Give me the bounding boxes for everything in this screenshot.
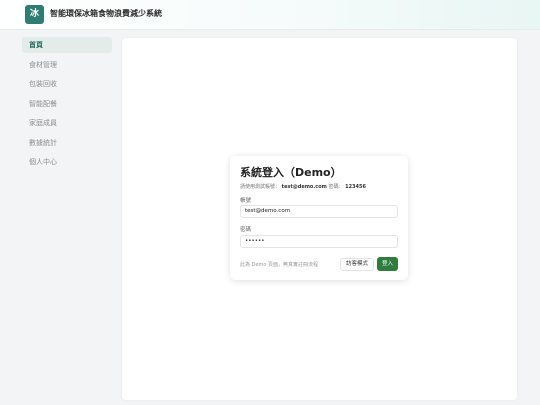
app-title: 智能環保冰箱食物浪費減少系統 <box>50 9 162 18</box>
account-label: 帳號 <box>240 198 252 204</box>
sidebar-item-meal-planning[interactable]: 智能配餐 <box>22 96 112 112</box>
sidebar-item-family[interactable]: 家庭成員 <box>22 115 112 131</box>
hint-password: 123456 <box>345 184 366 190</box>
password-input[interactable]: •••••• <box>240 235 398 248</box>
hint-prefix: 請使用測試帳號： <box>240 184 281 190</box>
guest-mode-button[interactable]: 訪客模式 <box>340 258 374 271</box>
demo-credentials-hint: 請使用測試帳號： test@demo.com 密碼： 123456 <box>240 183 366 190</box>
sidebar-item-ingredients[interactable]: 食材管理 <box>22 57 112 73</box>
password-label: 密碼 <box>240 227 252 233</box>
demo-note: 此為 Demo 頁面，無真實註冊流程 <box>240 262 319 268</box>
sidebar-item-recycling[interactable]: 包裝回收 <box>22 76 112 92</box>
login-button[interactable]: 登入 <box>377 257 398 271</box>
app-logo: 冰 <box>25 5 44 24</box>
hint-password-label: 密碼： <box>328 184 344 190</box>
account-input[interactable]: test@demo.com <box>240 205 398 218</box>
login-card: 系統登入（Demo） 請使用測試帳號： test@demo.com 密碼： 12… <box>230 156 408 280</box>
hint-account: test@demo.com <box>281 184 327 190</box>
login-title: 系統登入（Demo） <box>240 166 342 179</box>
sidebar-item-profile[interactable]: 個人中心 <box>22 154 112 170</box>
sidebar-item-home[interactable]: 首頁 <box>22 37 112 53</box>
sidebar-nav: 首頁 食材管理 包裝回收 智能配餐 家庭成員 數據統計 個人中心 <box>22 37 112 174</box>
sidebar-item-statistics[interactable]: 數據統計 <box>22 135 112 151</box>
app-header: 冰 智能環保冰箱食物浪費減少系統 <box>0 0 540 30</box>
